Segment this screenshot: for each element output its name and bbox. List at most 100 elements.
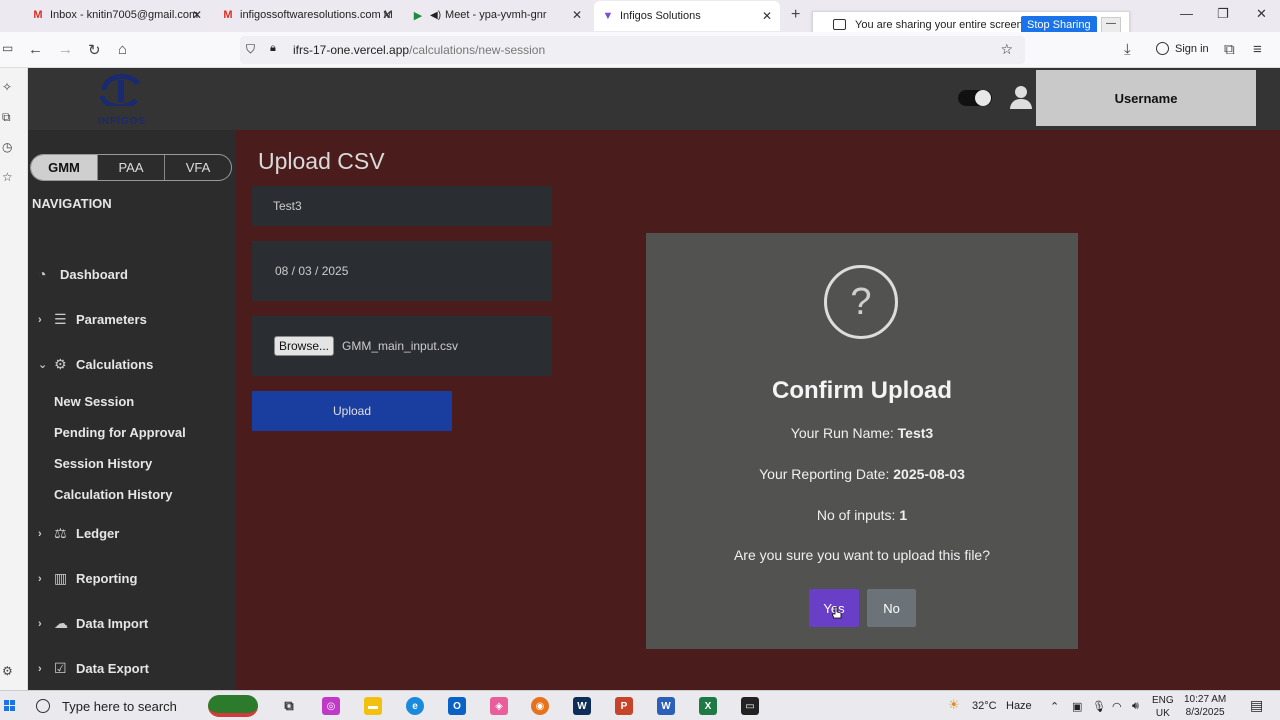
sidebar-item-parameters[interactable]: › ☰ Parameters [38,311,147,328]
inputs-count-label: No of inputs: [816,507,896,523]
reporting-date-value: 08 / 03 / 2025 [275,264,349,278]
browser-tab-bar: M Inbox - knitin7005@gmail.com ✕ M infig… [0,0,1280,39]
url-bar[interactable]: ⛉ 🔒︎ ifrs-17-one.vercel.app/calculations… [240,36,1025,64]
sidebar-item-dashboard[interactable]: ◔ Dashboard [38,266,128,282]
username-button[interactable]: Username [1036,70,1256,126]
tab-gmail-work[interactable]: M infigossoftwaresolutions.com M ✕ [214,0,400,30]
speaker-icon: ◀) [430,9,442,21]
window-minimize-icon[interactable]: — [1180,6,1193,21]
home-icon[interactable]: ⌂ [118,41,127,58]
wifi-icon[interactable]: ◠ [1112,700,1122,713]
tab-gmail-inbox[interactable]: M Inbox - knitin7005@gmail.com ✕ [24,0,210,30]
file-input[interactable]: Browse... GMM_main_input.csv [252,316,552,376]
chevron-up-icon[interactable]: ⌃ [1050,700,1059,713]
close-icon[interactable]: ✕ [762,9,772,23]
window-restore-icon[interactable]: ❐ [1217,6,1229,22]
task-view-icon[interactable]: ⧉ [280,697,298,715]
browser-nav-bar: ▭ ← → ↻ ⌂ ⛉ 🔒︎ ifrs-17-one.vercel.app/ca… [0,32,1280,68]
run-name-input[interactable]: Test3 [252,186,552,226]
checkbox-icon: ☑ [54,660,67,676]
menu-icon[interactable]: ≡ [1253,41,1262,58]
account-icon [1156,42,1169,55]
sidebar-item-session-history[interactable]: Session History [54,456,152,471]
confirm-upload-dialog: ? Confirm Upload Your Run Name: Test3 Yo… [646,233,1078,649]
clock-time: 10:27 AM [1184,694,1227,705]
copilot-icon[interactable]: ◎ [322,697,340,715]
bookmark-star-icon[interactable]: ☆ [1000,41,1013,58]
settings-gear-icon[interactable]: ⚙ [2,664,13,678]
gears-icon: ⚙ [54,356,67,372]
extensions-icon[interactable]: ⧉ [1224,41,1235,58]
firefox-icon[interactable]: ◉ [531,697,549,715]
inputs-count-value: 1 [899,507,908,523]
sidebar-item-label: Parameters [76,312,147,327]
sign-in-button[interactable]: Sign in [1156,42,1209,55]
segment-gmm[interactable]: GMM [31,155,98,180]
store-icon[interactable]: ◈ [490,697,508,715]
sidebar-item-calculation-history[interactable]: Calculation History [54,487,172,502]
sidebar-toggle-icon[interactable]: ▭ [2,41,13,55]
tab-meet[interactable]: ▶ ◀) Meet - ypa-yvmh-gnr ✕ [404,0,590,30]
shield-icon[interactable]: ⛉ [246,42,255,57]
close-icon[interactable]: ✕ [192,8,202,22]
segment-vfa[interactable]: VFA [165,155,231,180]
model-segmented-control: GMM PAA VFA [30,154,232,181]
theme-toggle[interactable] [958,90,992,106]
forward-icon[interactable]: → [58,41,73,58]
notification-icon[interactable]: ▤ [1250,697,1263,714]
window-close-icon[interactable]: ✕ [1256,6,1267,22]
reload-icon[interactable]: ↻ [88,41,101,59]
close-icon[interactable]: ✕ [572,8,582,22]
main-content: Upload CSV Test3 08 / 03 / 2025 Browse..… [236,130,1280,690]
powerpoint-icon[interactable]: P [615,697,633,715]
browse-button[interactable]: Browse... [274,336,335,356]
sidebar-item-ledger[interactable]: › ⚖ Ledger [38,525,119,542]
sidebar-item-label: Reporting [76,571,138,586]
microphone-icon[interactable]: 🎙︎ [1092,700,1106,713]
file-explorer-icon[interactable]: ▬ [364,697,382,715]
sidebar-item-reporting[interactable]: › ▥ Reporting [38,570,137,587]
vs-code-icon[interactable]: W [573,697,591,715]
system-clock[interactable]: 10:27 AM 8/3/2025 [1184,693,1226,719]
sidebar-item-label: Calculations [76,357,154,372]
reporting-date-line: Your Reporting Date: 2025-08-03 [646,466,1078,482]
new-tab-icon[interactable]: + [791,6,800,24]
back-icon[interactable]: ← [28,41,43,58]
word-icon[interactable]: W [657,697,675,715]
outlook-icon[interactable]: O [448,697,466,715]
no-button[interactable]: No [867,589,916,627]
weather-desc[interactable]: Haze [1006,700,1032,712]
terminal-icon[interactable]: ▭ [741,697,759,715]
segment-paa[interactable]: PAA [98,155,165,180]
weather-icon[interactable]: ☀ [948,697,960,713]
sidebar-item-calculations[interactable]: ⌄ ⚙ Calculations [38,356,153,373]
sidebar-item-new-session[interactable]: New Session [54,394,134,409]
extension-icon[interactable]: ✧ [2,80,12,94]
sidebar-item-data-export[interactable]: › ☑ Data Export [38,660,149,677]
language-indicator[interactable]: ENG UK [1152,694,1174,720]
minimize-share-icon[interactable]: — [1101,17,1121,33]
volume-icon[interactable]: 🔊︎ [1132,700,1139,713]
tray-app-icon[interactable]: ▣ [1072,700,1082,713]
upload-button[interactable]: Upload [252,391,452,431]
infigos-icon: ▼ [602,10,614,22]
edge-icon[interactable]: e [406,697,424,715]
downloads-icon[interactable]: ⤓ [1124,41,1131,58]
bookmarks-icon[interactable]: ☆ [2,170,13,184]
weather-temp[interactable]: 32°C [972,700,997,712]
close-icon[interactable]: ✕ [382,8,392,22]
sidebar-item-pending-approval[interactable]: Pending for Approval [54,425,186,440]
user-icon[interactable] [1010,86,1032,110]
tab-label: infigossoftwaresolutions.com M [240,9,393,21]
sidebar-item-label: Ledger [76,526,120,541]
tab-infigos[interactable]: ▼ Infigos Solutions ✕ [594,1,780,31]
infigos-logo: INFIGOS [94,72,150,127]
excel-icon[interactable]: X [699,697,717,715]
sidebar-item-data-import[interactable]: › ☁ Data Import [38,615,148,632]
reporting-date-input[interactable]: 08 / 03 / 2025 [252,241,552,301]
windows-start-icon[interactable] [4,700,16,712]
hand-cursor-icon [832,607,842,619]
lock-icon[interactable]: 🔒︎ [270,42,276,55]
history-icon[interactable]: ◷ [2,140,12,154]
synced-tabs-icon[interactable]: ⧉ [2,110,11,125]
